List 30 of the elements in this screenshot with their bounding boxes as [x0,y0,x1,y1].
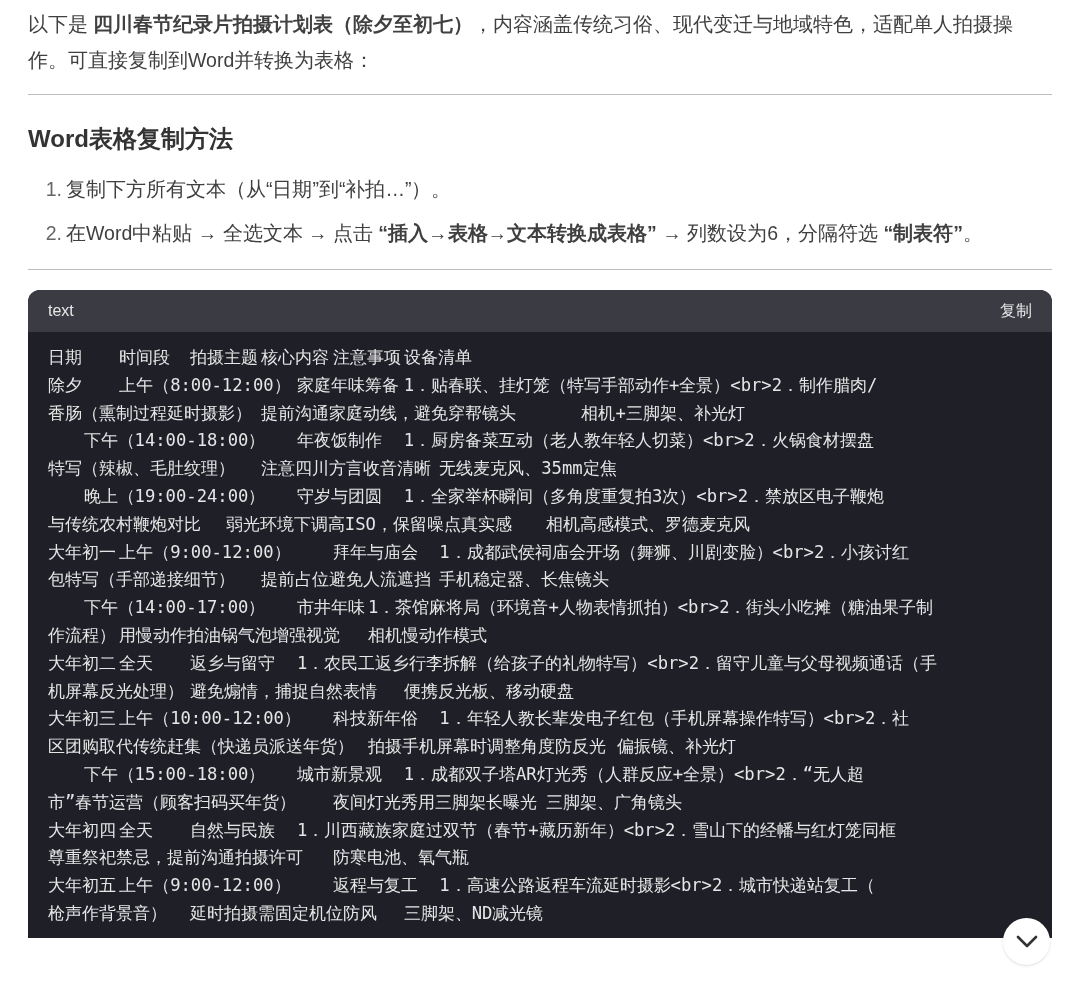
code-line: 大年初二 全天 返乡与留守 1．农民工返乡行李拆解（给孩子的礼物特写）<br>2．留守儿童与父母视频通话（手 [48,652,938,673]
code-line: 大年初五 上午（9:00-12:00） 返程与复工 1．高速公路返程车流延时摄影<br>2．城市快递站复工（ [48,875,876,896]
code-line: 大年初一 上午（9:00-12:00） 拜年与庙会 1．成都武侯祠庙会开场（舞狮、川剧变脸）<br>2．小孩讨红 [48,541,910,562]
code-line: 晚上（19:00-24:00） 守岁与团圆 1．全家举杯瞬间（多角度重复拍3次）<br>2．禁放区电子鞭炮 [82,486,885,506]
code-line: 香肠（熏制过程延时摄影） 提前沟通家庭动线，避免穿帮镜头 相机+三脚架、补光灯 [48,402,745,423]
code-line: 大年初三 上午（10:00-12:00） 科技新年俗 1．年轻人教长辈发电子红包（手机屏幕操作特写）<br>2．社 [48,708,910,729]
code-line: 大年初四 全天 自然与民族 1．川西藏族家庭过双节（春节+藏历新年）<br>2．雪山下的经幡与红灯笼同框 [48,819,897,840]
code-line: 机屏幕反光处理） 避免煽情，捕捉自然表情 便携反光板、移动硬盘 [48,680,574,701]
section-heading: Word表格复制方法 [28,124,234,154]
code-line: 下午（15:00-18:00） 城市新景观 1．成都双子塔AR灯光秀（人群反应+全景）<br>2．“无人超 [82,763,865,784]
code-line: 日期 时间段 拍摄主题 核心内容 注意事项 设备清单 [48,347,472,367]
code-line: 枪声作背景音） 延时拍摄需固定机位防风 三脚架、ND减光镜 [48,902,544,923]
step-text: 在Word中粘贴 → 全选文本 → 点击 “插入→表格→文本转换成表格” → 列数设为6，分隔符选 “制表符”。 [66,221,984,246]
code-line: 尊重祭祀禁忌，提前沟通拍摄许可 防寒电池、氧气瓶 [48,847,469,868]
list-number: 2. [44,221,63,246]
step-text: 复制下方所有文本（从“日期”到“补拍…”）。 [66,177,453,202]
code-line: 与传统农村鞭炮对比 弱光环境下调高ISO，保留噪点真实感 相机高感模式、罗德麦克风 [48,513,750,534]
language-label: text [48,301,74,321]
copy-button[interactable]: 复制 [1000,299,1032,323]
code-line: 下午（14:00-17:00） 市井年味 1．茶馆麻将局（环境音+人物表情抓拍）<br>2．街头小吃摊（糖油果子制 [82,597,934,618]
code-line: 下午（14:00-18:00） 年夜饭制作 1．厨房备菜互动（老人教年轻人切菜）<br>2．火锅食材摆盘 [82,430,874,451]
code-line: 作流程） 用慢动作拍油锅气泡增强视觉 相机慢动作模式 [48,624,488,645]
code-line: 市”春节运营（顾客扫码买年货） 夜间灯光秀用三脚架长曝光 三脚架、广角镜头 [48,791,682,812]
code-line: 除夕 上午（8:00-12:00） 家庭年味筹备 1．贴春联、挂灯笼（特写手部动作+全景）<br>2．制作腊肉/ [48,374,878,395]
list-number: 1. [44,177,63,202]
code-line: 包特写（手部递接细节） 提前占位避免人流遮挡 手机稳定器、长焦镜头 [48,569,610,590]
intro-paragraph: 以下是 四川春节纪录片拍摄计划表（除夕至初七），内容涵盖传统习俗、现代变迁与地域特色，适配单人拍摄操作。可直接复制到Word并转换为表格： [28,12,1015,73]
code-line: 特写（辣椒、毛肚纹理） 注意四川方言收音清晰 无线麦克风、35mm定焦 [48,458,617,479]
chevron-down-icon [1015,934,1038,949]
code-line: 区团购取代传统赶集（快递员派送年货） 拍摄手机屏幕时调整角度防反光 偏振镜、补光灯 [48,736,736,757]
